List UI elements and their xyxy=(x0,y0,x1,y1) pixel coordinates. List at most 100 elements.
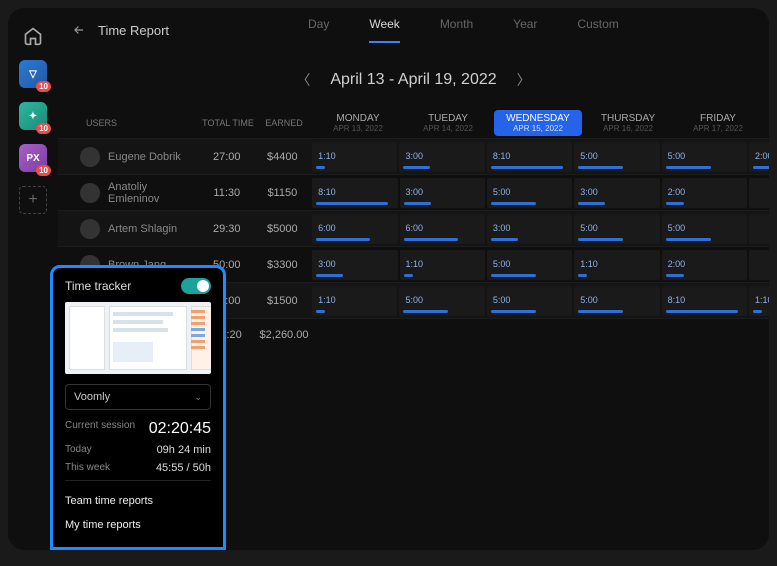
time-cell[interactable]: 3:00 xyxy=(574,178,659,208)
table-row[interactable]: Artem Shlagin29:30$50006:006:003:005:005… xyxy=(58,210,769,246)
home-icon[interactable] xyxy=(23,26,43,46)
project-select-value: Voomly xyxy=(74,391,110,403)
tab-year[interactable]: Year xyxy=(513,17,537,43)
day-date: APR 16, 2022 xyxy=(584,124,672,133)
time-value: 3:00 xyxy=(406,187,424,197)
time-value: 1:10 xyxy=(318,295,336,305)
avatar xyxy=(80,183,100,203)
time-value: 6:00 xyxy=(318,223,336,233)
time-cell[interactable]: 6:00 xyxy=(400,214,485,244)
day-name: Wednesday xyxy=(494,113,582,124)
time-cell[interactable]: 5:00 xyxy=(662,142,747,172)
day-header-2[interactable]: WednesdayAPR 15, 2022 xyxy=(494,110,582,136)
time-value: 6:00 xyxy=(406,223,424,233)
time-value: 3:00 xyxy=(493,223,511,233)
time-cell[interactable] xyxy=(749,250,769,280)
day-name: Monday xyxy=(314,113,402,124)
total-time: 11:30 xyxy=(199,187,255,199)
tab-month[interactable]: Month xyxy=(440,17,473,43)
time-cell[interactable]: 8:10 xyxy=(662,286,747,316)
time-cell[interactable]: 1:10 xyxy=(400,250,485,280)
day-date: APR 14, 2022 xyxy=(404,124,492,133)
day-header-3[interactable]: ThursdayAPR 16, 2022 xyxy=(584,113,672,133)
workspace-3[interactable]: PX10 xyxy=(19,144,47,172)
time-cell[interactable]: 1:10 xyxy=(749,286,769,316)
time-value: 2:00 xyxy=(755,151,769,161)
time-value: 5:00 xyxy=(580,295,598,305)
workspace-1-glyph: ▽ xyxy=(29,69,37,80)
time-cell[interactable]: 3:00 xyxy=(487,214,572,244)
time-cell[interactable]: 3:00 xyxy=(312,250,397,280)
time-cell[interactable] xyxy=(749,214,769,244)
table-row[interactable]: Eugene Dobrik27:00$44001:103:008:105:005… xyxy=(58,138,769,174)
week-value: 45:55 / 50h xyxy=(156,462,211,474)
time-tracker-popup: Time tracker Voomly ⌄ Current session 02… xyxy=(50,265,226,550)
tab-day[interactable]: Day xyxy=(308,17,329,43)
today-label: Today xyxy=(65,444,92,456)
time-value: 8:10 xyxy=(318,187,336,197)
time-value: 3:00 xyxy=(580,187,598,197)
time-cell[interactable]: 5:00 xyxy=(487,250,572,280)
time-value: 5:00 xyxy=(405,295,423,305)
today-value: 09h 24 min xyxy=(157,444,211,456)
time-cell[interactable]: 5:00 xyxy=(487,286,572,316)
time-value: 5:00 xyxy=(493,259,511,269)
time-cell[interactable]: 5:00 xyxy=(487,178,572,208)
earned: $1150 xyxy=(255,187,311,199)
tracker-screenshot xyxy=(65,302,211,374)
time-cell[interactable]: 5:00 xyxy=(574,286,659,316)
tracker-toggle[interactable] xyxy=(181,278,211,294)
day-date: APR 13, 2022 xyxy=(314,124,402,133)
time-value: 5:00 xyxy=(668,223,686,233)
time-cell[interactable]: 5:00 xyxy=(399,286,484,316)
prev-week-button[interactable]: 〈 xyxy=(296,70,310,90)
day-header-1[interactable]: TuedayAPR 14, 2022 xyxy=(404,113,492,133)
time-cell[interactable]: 5:00 xyxy=(662,214,747,244)
time-cell[interactable]: 8:10 xyxy=(312,178,397,208)
day-header-0[interactable]: MondayAPR 13, 2022 xyxy=(314,113,402,133)
day-date: APR 15, 2022 xyxy=(494,124,582,133)
my-reports-link[interactable]: My time reports xyxy=(65,513,211,537)
time-value: 8:10 xyxy=(668,295,686,305)
time-cell[interactable]: 5:00 xyxy=(574,214,659,244)
time-cell[interactable]: 3:00 xyxy=(399,142,484,172)
project-select[interactable]: Voomly ⌄ xyxy=(65,384,211,410)
add-workspace-button[interactable]: + xyxy=(19,186,47,214)
time-cell[interactable]: 5:00 xyxy=(574,142,659,172)
user-name: Eugene Dobrik xyxy=(108,151,181,163)
time-value: 5:00 xyxy=(493,187,511,197)
next-week-button[interactable]: 〉 xyxy=(517,70,531,90)
time-cell[interactable]: 1:10 xyxy=(574,250,659,280)
time-cell[interactable]: 3:00 xyxy=(400,178,485,208)
time-value: 2:00 xyxy=(668,187,686,197)
total-time: 29:30 xyxy=(199,223,255,235)
time-cell[interactable]: 6:00 xyxy=(312,214,397,244)
avatar xyxy=(80,219,100,239)
tab-custom[interactable]: Custom xyxy=(577,17,618,43)
time-cell[interactable] xyxy=(749,178,769,208)
tab-week[interactable]: Week xyxy=(369,17,399,43)
back-button[interactable] xyxy=(72,23,86,37)
time-value: 5:00 xyxy=(580,223,598,233)
day-name: Friday xyxy=(674,113,762,124)
team-reports-link[interactable]: Team time reports xyxy=(65,489,211,513)
col-earned-header: Earned xyxy=(256,118,312,128)
day-header-4[interactable]: FridayAPR 17, 2022 xyxy=(674,113,762,133)
time-cell[interactable]: 2:00 xyxy=(662,250,747,280)
time-cell[interactable]: 1:10 xyxy=(312,142,397,172)
time-cell[interactable]: 2:00 xyxy=(749,142,769,172)
workspace-2-badge: 10 xyxy=(36,123,51,134)
time-cell[interactable]: 8:10 xyxy=(487,142,572,172)
time-cell[interactable]: 2:00 xyxy=(662,178,747,208)
total-time: 27:00 xyxy=(199,151,255,163)
workspace-2[interactable]: ✦10 xyxy=(19,102,47,130)
time-value: 3:00 xyxy=(405,151,423,161)
avatar xyxy=(80,147,100,167)
time-value: 1:10 xyxy=(580,259,598,269)
totals-earned: $2,260.00 xyxy=(256,329,312,341)
time-value: 5:00 xyxy=(493,295,511,305)
day-name: Thursday xyxy=(584,113,672,124)
workspace-1[interactable]: ▽10 xyxy=(19,60,47,88)
table-row[interactable]: Anatoliy Emleninov11:30$11508:103:005:00… xyxy=(58,174,769,210)
time-cell[interactable]: 1:10 xyxy=(312,286,397,316)
